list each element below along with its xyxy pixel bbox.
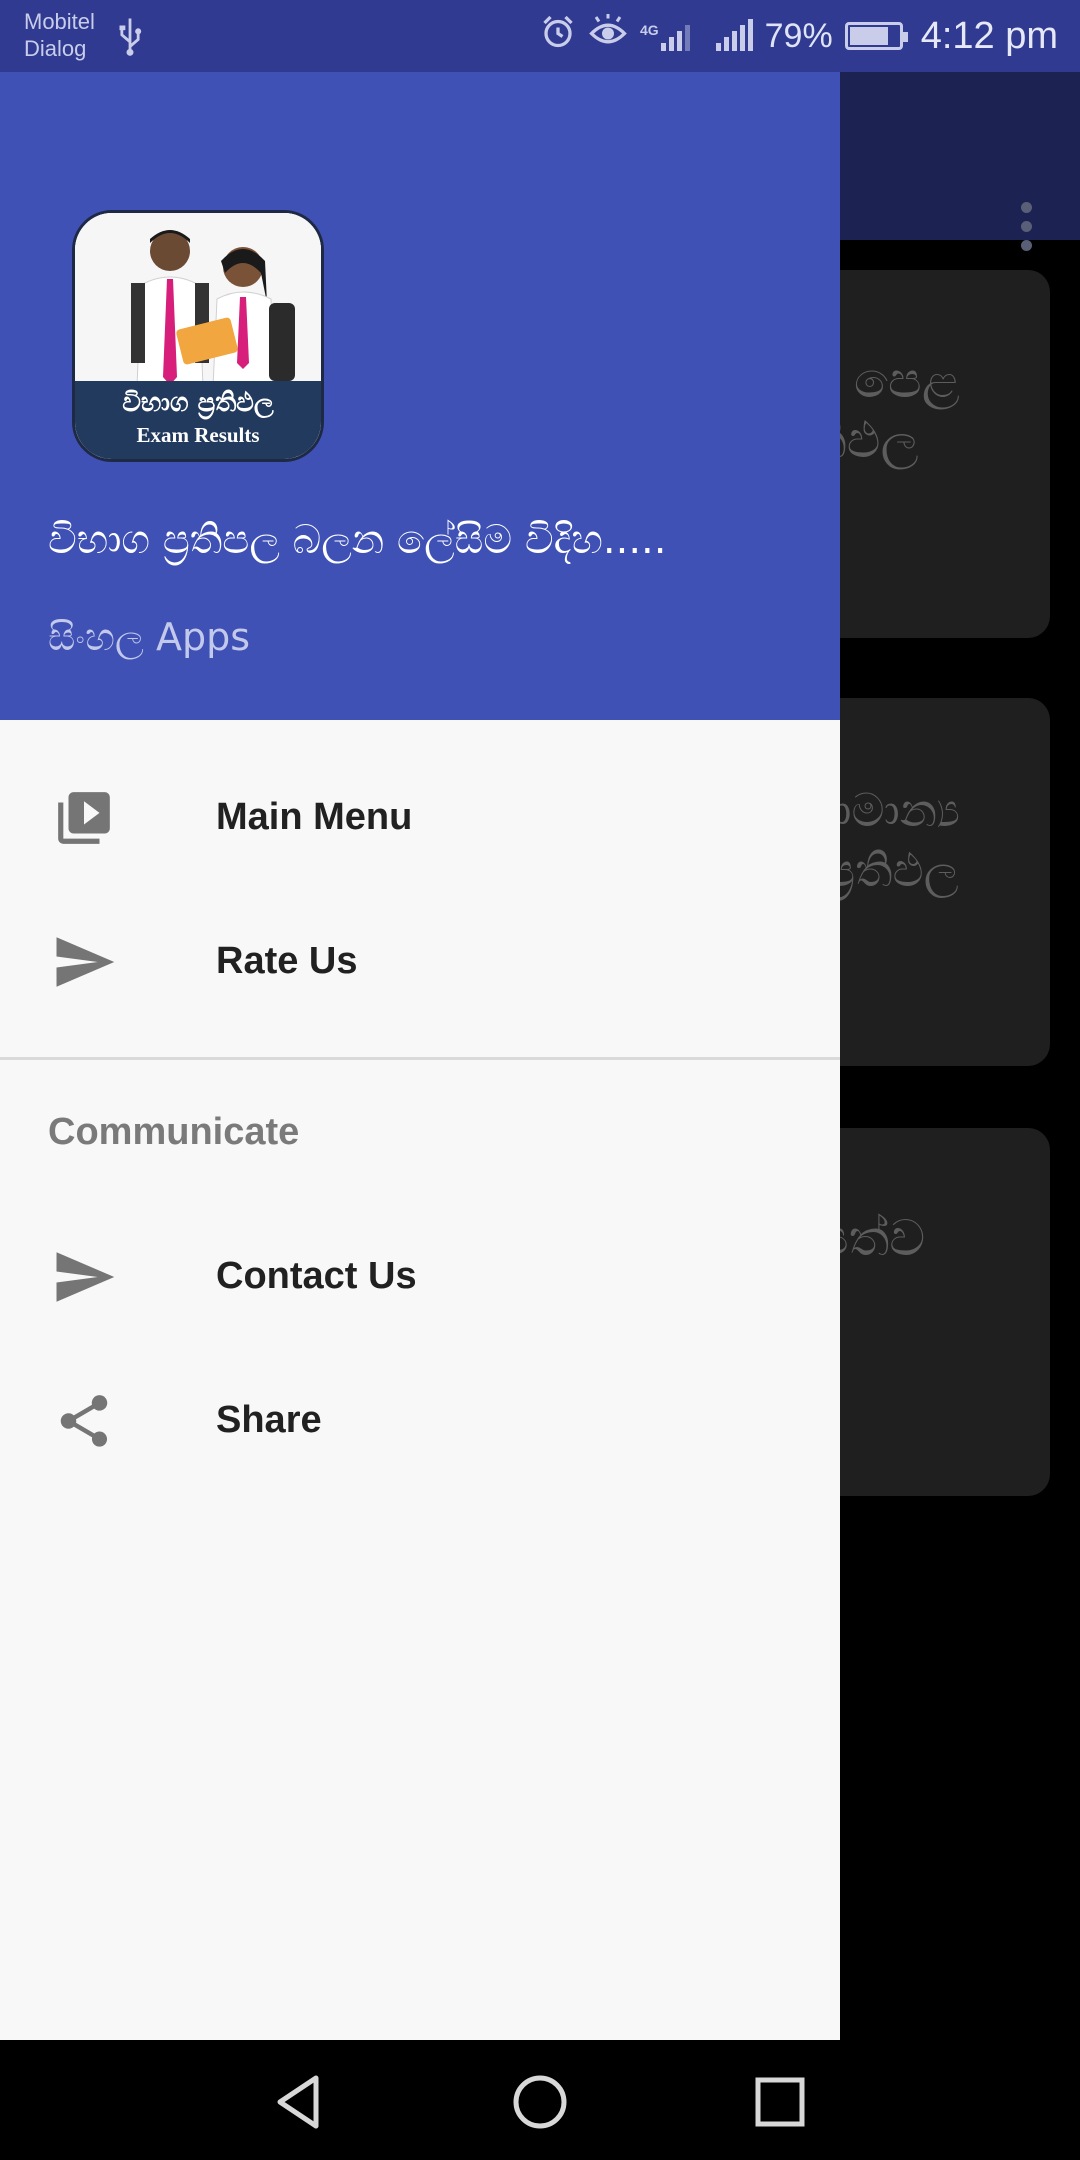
screen: ස් පෙළ තිඵල ාමාන්‍ය ප්‍රතිඵල ෂ්‍යත්ව ල — [0, 0, 1080, 2160]
app-logo: විභාග ප්‍රතිඵල Exam Results — [72, 210, 324, 462]
alarm-icon — [540, 14, 576, 58]
clock: 4:12 pm — [920, 14, 1058, 57]
signal-4g-icon: 4G — [640, 21, 690, 51]
overflow-menu-icon[interactable] — [1014, 202, 1038, 252]
system-nav-bar — [0, 2040, 1080, 2160]
menu-item-label: Contact Us — [216, 1255, 417, 1297]
status-bar: Mobitel Dialog 4G 79% 4:12 pm — [0, 0, 1080, 72]
menu-item-contact-us[interactable]: Contact Us — [0, 1211, 840, 1341]
menu-item-label: Main Menu — [216, 796, 413, 838]
drawer-subtitle: සිංහල Apps — [48, 615, 250, 659]
share-icon — [50, 1387, 118, 1455]
section-header-communicate: Communicate — [48, 1111, 300, 1153]
carrier-2: Dialog — [24, 36, 87, 61]
logo-title-band: විභාග ප්‍රතිඵල Exam Results — [75, 381, 321, 459]
navigation-drawer: විභාග ප්‍රතිඵල Exam Results විභාග ප්‍රති… — [0, 0, 840, 2040]
recents-icon[interactable] — [748, 2070, 812, 2134]
carrier-1: Mobitel — [24, 9, 95, 34]
menu-item-rate-us[interactable]: Rate Us — [0, 896, 840, 1026]
network-type: 4G — [639, 22, 659, 38]
logo-students-image — [75, 213, 321, 388]
usb-icon — [116, 16, 144, 65]
eye-comfort-icon — [588, 14, 628, 58]
carrier-info: Mobitel Dialog — [24, 8, 95, 62]
send-icon — [50, 1243, 118, 1311]
battery-fill — [849, 27, 888, 45]
logo-title-sinhala: විභාග ප්‍රතිඵල — [122, 388, 274, 418]
send-icon — [50, 928, 118, 996]
menu-divider — [0, 1057, 840, 1060]
logo-title-english: Exam Results — [136, 423, 260, 447]
home-icon[interactable] — [508, 2070, 572, 2134]
drawer-header: විභාග ප්‍රතිඵල Exam Results විභාග ප්‍රති… — [0, 72, 840, 720]
drawer-title: විභාග ප්‍රතිපල බලන ලේසිම විදිහ..... — [48, 517, 667, 563]
menu-item-label: Rate Us — [216, 940, 358, 982]
menu-item-main-menu[interactable]: Main Menu — [0, 752, 840, 882]
play-library-icon — [50, 784, 118, 852]
status-icons: 4G 79% 4:12 pm — [540, 0, 1058, 72]
battery-percent: 79% — [764, 16, 833, 55]
battery-icon — [844, 22, 908, 50]
menu-item-share[interactable]: Share — [0, 1355, 840, 1485]
signal-icon — [715, 19, 753, 51]
menu-item-label: Share — [216, 1399, 322, 1441]
back-icon[interactable] — [268, 2070, 332, 2134]
